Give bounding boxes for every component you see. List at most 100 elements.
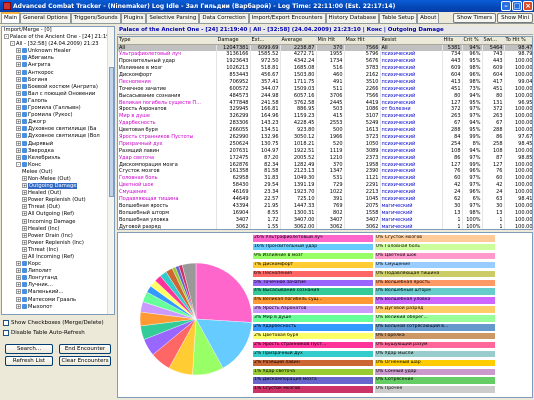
- table-row[interactable]: Ультрафиолетовый луч 3136166 1585.52 4272.7…: [118, 51, 532, 59]
- tree-node[interactable]: + Мыхопот: [2, 303, 114, 311]
- table-row[interactable]: Волшебный шторм 16904 8.55 1300.31 802 1558 ма…: [118, 209, 532, 217]
- tab-3[interactable]: Plugins: [120, 13, 147, 23]
- expand-icon[interactable]: +: [16, 48, 21, 54]
- table-row[interactable]: Дискомпорация мозга 162876 82.34 1282.49 370…: [118, 161, 532, 169]
- table-row[interactable]: Удар светоча 172475 87.20 2005.52 1210 2373 пс…: [118, 154, 532, 162]
- table-row[interactable]: Высасывание сознания 484573 244.98 6057.16 3…: [118, 92, 532, 100]
- tree-node[interactable]: + Лучник...: [2, 282, 114, 289]
- column-header[interactable]: Crit %: [462, 37, 483, 45]
- table-row[interactable]: Песнопения 706952 357.41 1711.75 491 3510 псих…: [118, 78, 532, 86]
- expand-icon[interactable]: +: [22, 232, 27, 238]
- expand-icon[interactable]: +: [22, 183, 27, 189]
- tree-node[interactable]: + Анткорос: [2, 69, 114, 77]
- expand-icon[interactable]: +: [22, 197, 27, 203]
- tree-node[interactable]: + Incoming Damage: [2, 218, 114, 226]
- tree-node[interactable]: - Palace of the Ancient One - [24] 21:19: [2, 34, 114, 41]
- column-header[interactable]: To Hit %: [504, 37, 532, 45]
- expand-icon[interactable]: +: [16, 83, 21, 89]
- tree-node[interactable]: + Threat (Out): [2, 204, 114, 211]
- tree-scrollbar-thumb[interactable]: [109, 67, 114, 197]
- expand-icon[interactable]: +: [22, 204, 27, 210]
- collapse-icon[interactable]: -: [4, 34, 9, 40]
- tree-node[interactable]: + Healed (Inc): [2, 225, 114, 233]
- tree-node[interactable]: + Unknown Healer: [2, 48, 114, 55]
- expand-icon[interactable]: +: [16, 303, 21, 309]
- expand-icon[interactable]: +: [16, 147, 21, 153]
- tab-8[interactable]: Table Setup: [379, 13, 418, 23]
- encounter-tree[interactable]: Import/Merge - [0] - Palace of the Ancient…: [1, 26, 115, 315]
- column-header[interactable]: Min Hit: [316, 37, 345, 45]
- expand-icon[interactable]: +: [16, 154, 21, 160]
- table-row[interactable]: Призрачный дух 250624 130.75 1018.21 520 1050…: [118, 140, 532, 148]
- column-header[interactable]: Resist: [380, 37, 443, 45]
- table-row[interactable]: Точечное зачатие 600572 344.07 1509.03 511 22…: [118, 85, 532, 93]
- tree-node[interactable]: + Джогр: [2, 119, 114, 126]
- tree-node[interactable]: + Громила (Галлывн): [2, 105, 114, 112]
- expand-icon[interactable]: +: [16, 112, 21, 118]
- expand-icon[interactable]: +: [22, 211, 27, 217]
- table-row[interactable]: Ярость Аэронатов 329945 166.81 886.95 503 108…: [118, 106, 532, 114]
- tree-node[interactable]: + Духовное святилище (Вол: [2, 133, 114, 140]
- tab-6[interactable]: Import/Export Encounters: [248, 13, 326, 23]
- expand-icon[interactable]: +: [22, 225, 27, 231]
- expand-icon[interactable]: +: [16, 90, 21, 96]
- expand-icon[interactable]: +: [16, 69, 21, 75]
- tree-node[interactable]: + Громила (Рукос): [2, 112, 114, 119]
- show-checkboxes-option[interactable]: Show Checkboxes (Merge/Delete): [1, 318, 115, 328]
- expand-icon[interactable]: +: [22, 175, 27, 181]
- column-header[interactable]: Max Hit: [344, 37, 381, 45]
- close-button[interactable]: ×: [523, 1, 533, 11]
- expand-icon[interactable]: +: [16, 97, 21, 103]
- tab-5[interactable]: Data Correction: [199, 13, 249, 23]
- end-encounter-button[interactable]: End Encounter: [59, 344, 111, 354]
- show-timers-button[interactable]: Show Timers: [452, 13, 497, 23]
- table-row[interactable]: Разящий лавин 207631 104.97 1922.51 1119 3089…: [118, 147, 532, 155]
- tree-scrollbar[interactable]: [107, 27, 114, 314]
- table-row[interactable]: Ударбесность 283306 143.23 4228.45 2553 5249 п…: [118, 120, 532, 127]
- tab-7[interactable]: History Database: [325, 13, 380, 23]
- table-row[interactable]: Мир в душе 326299 164.96 1159.23 415 3107 псих…: [118, 113, 532, 121]
- expand-icon[interactable]: +: [16, 76, 21, 82]
- expand-icon[interactable]: +: [22, 246, 27, 252]
- column-header[interactable]: Average: [280, 37, 317, 45]
- expand-icon[interactable]: +: [16, 268, 21, 274]
- tree-node[interactable]: + Липолит: [2, 268, 114, 275]
- refresh-list-button[interactable]: Refresh List: [5, 356, 53, 366]
- expand-icon[interactable]: +: [16, 275, 21, 281]
- table-row[interactable]: Цветной шок 58430 29.54 1391.19 729 2291 психи…: [118, 182, 532, 189]
- table-row[interactable]: Подавляющая тишина 44649 22.57 725.10 391 104…: [118, 195, 532, 203]
- tree-node[interactable]: - All - [32:58] (24.04.2009) 21:23: [2, 41, 114, 48]
- tree-node[interactable]: Melee (Out): [2, 169, 114, 176]
- damage-table[interactable]: Type Damage Ext... Average Min Hit Max Hit Res…: [117, 36, 533, 230]
- collapse-icon[interactable]: -: [16, 161, 21, 167]
- tree-node[interactable]: + Зверодка: [2, 147, 114, 155]
- maximize-button[interactable]: □: [512, 1, 522, 11]
- tree-node[interactable]: + Маленький...: [2, 289, 114, 296]
- tree-node[interactable]: + Non-Melee (Out): [2, 175, 114, 183]
- show-checkboxes-checkbox[interactable]: [3, 320, 9, 326]
- expand-icon[interactable]: +: [16, 119, 21, 125]
- tab-1[interactable]: General Options: [20, 13, 71, 23]
- table-row[interactable]: Сгусток мозгов 161358 81.58 2123.13 1347 2390…: [118, 168, 532, 176]
- tree-node[interactable]: - Конс: [2, 161, 114, 169]
- tree-node[interactable]: Import/Merge - [0]: [2, 27, 114, 34]
- tree-node[interactable]: + Келебриэль: [2, 154, 114, 162]
- column-header[interactable]: Type: [118, 37, 217, 45]
- column-header[interactable]: Damage: [216, 37, 251, 45]
- expand-icon[interactable]: +: [16, 133, 21, 139]
- table-row[interactable]: Дискомфорт 853443 456.67 1503.80 460 2162 псих…: [118, 71, 532, 79]
- tree-node[interactable]: + Лонгутанд: [2, 275, 114, 282]
- table-row[interactable]: Головная боль 62958 31.83 1049.30 531 1121 пси…: [118, 175, 532, 183]
- expand-icon[interactable]: +: [16, 261, 21, 267]
- collapse-icon[interactable]: -: [10, 41, 15, 47]
- tree-node[interactable]: + Outgoing Damage: [2, 183, 114, 190]
- tree-node[interactable]: + Боевой костюм (Ангрита): [2, 83, 114, 91]
- expand-icon[interactable]: +: [22, 239, 27, 245]
- minimize-button[interactable]: –: [501, 1, 511, 11]
- tree-node[interactable]: + Вал с поющей Оновении: [2, 90, 114, 98]
- column-header[interactable]: Swi...: [482, 37, 505, 45]
- tree-node[interactable]: + Threat (Inc): [2, 246, 114, 254]
- tree-node[interactable]: + All Incoming (Ref): [2, 254, 114, 261]
- tree-node[interactable]: + Power Replenish (Out): [2, 197, 114, 204]
- tree-node[interactable]: + Корс: [2, 261, 114, 268]
